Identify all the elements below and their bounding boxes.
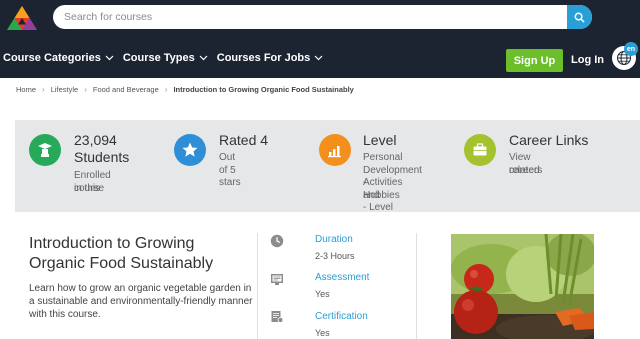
chevron-right-icon: › bbox=[84, 84, 87, 94]
chevron-down-icon bbox=[105, 55, 114, 61]
stat-title: Rated 4 bbox=[219, 132, 269, 148]
duration-value: 2-3 Hours bbox=[315, 251, 355, 261]
star-icon bbox=[174, 134, 206, 166]
nav-label: Course Types bbox=[122, 52, 195, 64]
chevron-down-icon bbox=[314, 55, 323, 61]
bar-chart-icon bbox=[319, 134, 351, 166]
breadcrumb: Home › Lifestyle › Food and Beverage › I… bbox=[16, 83, 354, 95]
assessment-icon bbox=[271, 274, 283, 285]
nav-label: Course Categories bbox=[3, 52, 101, 64]
course-stats-panel: 23,094 Students Enrolled in this course … bbox=[15, 120, 640, 226]
divider bbox=[416, 233, 417, 339]
language-badge[interactable]: en bbox=[624, 42, 638, 56]
certification-label: Certification bbox=[315, 311, 368, 322]
nav-courses-for-jobs[interactable]: Courses For Jobs bbox=[217, 52, 324, 64]
breadcrumb-food-and-beverage[interactable]: Food and Beverage bbox=[93, 85, 159, 94]
site-logo[interactable] bbox=[6, 5, 38, 31]
certificate-icon bbox=[271, 311, 284, 323]
search-input[interactable] bbox=[53, 5, 567, 29]
course-description: Learn how to grow an organic vegetable g… bbox=[29, 283, 253, 320]
stat-subtitle: Personal bbox=[363, 152, 403, 163]
stat-title[interactable]: Career Links bbox=[509, 132, 588, 149]
search-button[interactable] bbox=[567, 5, 592, 29]
chevron-right-icon: › bbox=[164, 84, 168, 94]
assessment-label: Assessment bbox=[315, 272, 370, 283]
nav-label: Courses For Jobs bbox=[216, 52, 311, 64]
log-in-link[interactable]: Log In bbox=[571, 54, 604, 66]
breadcrumb-current: Introduction to Growing Organic Food Sus… bbox=[173, 84, 354, 94]
nav-course-types[interactable]: Course Types bbox=[123, 52, 208, 64]
search-icon bbox=[574, 12, 585, 23]
sign-up-button[interactable]: Sign Up bbox=[506, 49, 563, 72]
divider bbox=[257, 233, 258, 339]
stat-title: Level bbox=[363, 132, 397, 148]
course-title: Introduction to Growing Organic Food Sus… bbox=[29, 235, 214, 272]
search-bar bbox=[53, 5, 592, 29]
chevron-right-icon: › bbox=[42, 84, 45, 94]
chevron-down-icon bbox=[199, 55, 208, 61]
graduate-icon bbox=[29, 134, 61, 166]
stat-subtitle: Out of 5 stars bbox=[219, 152, 241, 188]
briefcase-icon bbox=[464, 134, 496, 166]
stat-subtitle[interactable]: careers bbox=[509, 165, 542, 178]
stat-title: 23,094 bbox=[74, 132, 117, 148]
stat-title: Students bbox=[74, 149, 130, 165]
breadcrumb-lifestyle[interactable]: Lifestyle bbox=[51, 85, 79, 94]
assessment-value: Yes bbox=[315, 289, 330, 299]
stat-subtitle: course bbox=[74, 183, 105, 194]
certification-value: Yes bbox=[315, 328, 330, 338]
main-nav: Course Categories Course Types Courses F… bbox=[0, 51, 332, 65]
clock-icon bbox=[270, 234, 284, 248]
nav-course-categories[interactable]: Course Categories bbox=[3, 52, 114, 64]
course-image bbox=[451, 234, 594, 339]
breadcrumb-home[interactable]: Home bbox=[16, 85, 36, 94]
duration-label: Duration bbox=[315, 234, 353, 245]
